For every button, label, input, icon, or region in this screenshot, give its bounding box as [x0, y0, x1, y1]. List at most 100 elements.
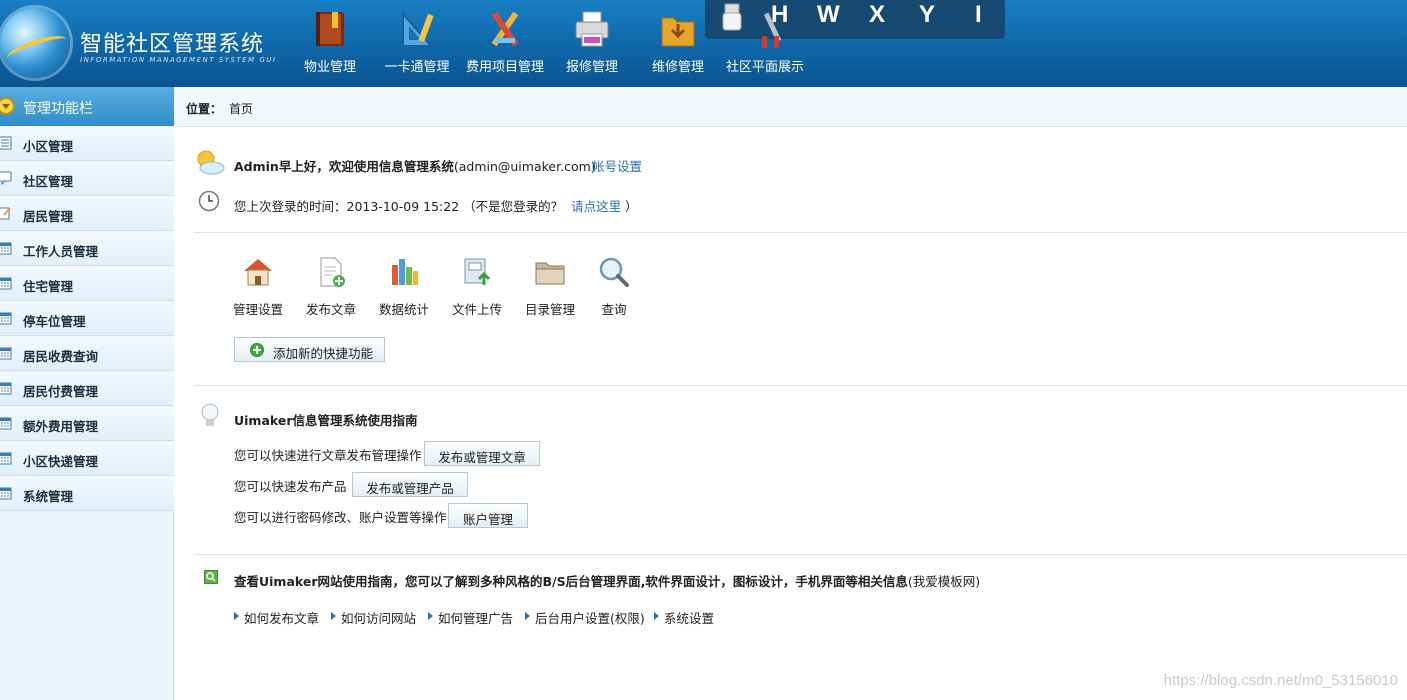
- help-link-user-permissions[interactable]: 后台用户设置(权限): [535, 608, 645, 627]
- help-link-system-settings[interactable]: 系统设置: [664, 608, 714, 627]
- sidebar-item[interactable]: 住宅管理: [0, 266, 174, 301]
- plus-icon: [250, 343, 264, 357]
- calendar-icon: [0, 276, 12, 290]
- divider: [194, 385, 1407, 386]
- calendar-icon: [0, 311, 12, 325]
- help-link-publish-article[interactable]: 如何发布文章: [244, 608, 319, 627]
- arrow-right-icon: [234, 612, 239, 620]
- lightbulb-icon: [201, 403, 219, 426]
- divider: [194, 554, 1407, 555]
- nav-item-card[interactable]: 一卡通管理: [377, 0, 457, 87]
- sidebar-item[interactable]: 额外费用管理: [0, 406, 174, 441]
- manage-product-button[interactable]: 发布或管理产品: [352, 472, 468, 497]
- sidebar-item[interactable]: 社区管理: [0, 161, 174, 196]
- nav-label: 物业管理: [303, 60, 356, 75]
- calendar-icon: [0, 381, 12, 395]
- tools-icon: [762, 12, 782, 48]
- sidebar-item-label: 社区管理: [23, 174, 74, 189]
- calendar-icon: [0, 451, 12, 465]
- nav-item-property[interactable]: 物业管理: [290, 0, 370, 87]
- guide-title: Uimaker信息管理系统使用指南: [234, 413, 418, 428]
- hotkey-w[interactable]: W: [817, 1, 840, 29]
- last-login-info: 您上次登录的时间：2013-10-09 15:22 （不是您登录的？ 请点这里 …: [234, 196, 638, 215]
- ruler-triangle-icon: [402, 11, 434, 47]
- arrow-right-icon: [525, 612, 530, 620]
- account-manage-button[interactable]: 账户管理: [448, 503, 528, 528]
- button-label: 发布或管理产品: [366, 481, 454, 496]
- arrow-right-icon: [428, 612, 433, 620]
- sidebar-item[interactable]: 居民收费查询: [0, 336, 174, 371]
- hotkey-bar: H W X Y I: [705, 0, 1005, 39]
- manage-article-button[interactable]: 发布或管理文章: [424, 441, 540, 466]
- button-label: 发布或管理文章: [438, 450, 526, 465]
- arrow-right-icon: [654, 612, 659, 620]
- list-icon: [0, 136, 12, 150]
- sidebar-item-label: 居民管理: [23, 209, 74, 224]
- breadcrumb-label: 位置：: [186, 102, 223, 116]
- guide-row-text: 您可以进行密码修改、账户设置等操作: [234, 510, 447, 525]
- last-login-suffix: ）: [625, 199, 638, 214]
- sidebar-item[interactable]: 系统管理: [0, 476, 174, 511]
- shortcut-label: 查询: [601, 302, 627, 317]
- sidebar-item-label: 停车位管理: [23, 314, 86, 329]
- file-upload-icon: [464, 258, 491, 285]
- nav-item-repair-request[interactable]: 报修管理: [552, 0, 632, 87]
- arrow-right-icon: [331, 612, 336, 620]
- hotkey-y[interactable]: Y: [919, 1, 935, 29]
- sidebar: 管理功能栏 小区管理社区管理居民管理工作人员管理 住宅管理停车位管理居民收费查询居…: [0, 87, 174, 700]
- site-guide-text: 查看Uimaker网站使用指南，您可以了解到多种风格的B/S后台管理界面,软件界…: [234, 574, 908, 589]
- breadcrumb-current[interactable]: 首页: [229, 100, 253, 117]
- nav-label: 一卡通管理: [384, 60, 450, 75]
- bar-stats-icon: [392, 259, 418, 285]
- sidebar-item-label: 额外费用管理: [23, 419, 99, 434]
- hotkey-x[interactable]: X: [869, 1, 885, 29]
- sidebar-item-label: 小区管理: [23, 139, 74, 154]
- sidebar-item[interactable]: 居民管理: [0, 196, 174, 231]
- add-shortcut-button[interactable]: 添加新的快捷功能: [234, 337, 385, 362]
- sidebar-item-label: 工作人员管理: [23, 244, 99, 259]
- watermark: https://blog.csdn.net/m0_53156010: [1163, 672, 1398, 689]
- site-guide-suffix[interactable]: (我爱模板网): [908, 574, 980, 589]
- collapse-arrow-icon: [0, 97, 15, 115]
- document-add-icon: [320, 257, 345, 287]
- search-badge-icon: [204, 570, 218, 584]
- folder-download-icon: [661, 17, 695, 47]
- nav-label: 报修管理: [565, 60, 618, 75]
- calendar-icon: [0, 346, 12, 360]
- house-icon: [244, 259, 272, 286]
- button-label: 账户管理: [462, 512, 513, 527]
- sidebar-title: 管理功能栏: [23, 101, 93, 117]
- sidebar-item-label: 住宅管理: [23, 279, 74, 294]
- sidebar-item[interactable]: 小区快递管理: [0, 441, 174, 476]
- sidebar-item-label: 居民付费管理: [23, 384, 99, 399]
- last-login-text: 您上次登录的时间：2013-10-09 15:22 （不是您登录的？: [234, 199, 564, 214]
- sidebar-item[interactable]: 停车位管理: [0, 301, 174, 336]
- calendar-icon: [0, 241, 12, 255]
- breadcrumb: 位置： 首页: [174, 87, 1407, 127]
- book-icon: [316, 12, 344, 46]
- sidebar-header[interactable]: 管理功能栏: [0, 87, 174, 126]
- clock-icon: [198, 190, 220, 212]
- welcome-email: (admin@uimaker.com): [453, 159, 596, 174]
- help-link-manage-ads[interactable]: 如何管理广告: [438, 608, 513, 627]
- nav-item-fee[interactable]: 费用项目管理: [465, 0, 545, 87]
- pencil-ruler-icon: [491, 11, 519, 47]
- weather-sun-cloud-icon: [197, 150, 225, 175]
- sidebar-item[interactable]: 居民付费管理: [0, 371, 174, 406]
- help-link-visit-site[interactable]: 如何访问网站: [341, 608, 416, 627]
- account-settings-link[interactable]: 帐号设置: [592, 156, 642, 175]
- sidebar-item[interactable]: 工作人员管理: [0, 231, 174, 266]
- nav-label: 维修管理: [651, 60, 704, 75]
- welcome-message: Admin早上好，欢迎使用信息管理系统(admin@uimaker.com): [234, 156, 596, 175]
- click-here-link[interactable]: 请点这里: [571, 199, 621, 214]
- site-guide-title: 查看Uimaker网站使用指南，您可以了解到多种风格的B/S后台管理界面,软件界…: [234, 571, 980, 590]
- guide-row-text: 您可以快速发布产品: [234, 479, 347, 494]
- welcome-user: Admin早上好，欢迎使用信息管理系统: [234, 159, 454, 174]
- hotkey-i[interactable]: I: [975, 1, 982, 29]
- sidebar-item[interactable]: 小区管理: [0, 126, 174, 161]
- app-subtitle: INFORMATION MANAGEMENT SYSTEM GUI: [80, 56, 277, 64]
- app-title: 智能社区管理系统: [80, 32, 265, 57]
- folder-icon: [535, 262, 565, 285]
- nav-label: 费用项目管理: [465, 60, 544, 75]
- sidebar-item-label: 居民收费查询: [23, 349, 99, 364]
